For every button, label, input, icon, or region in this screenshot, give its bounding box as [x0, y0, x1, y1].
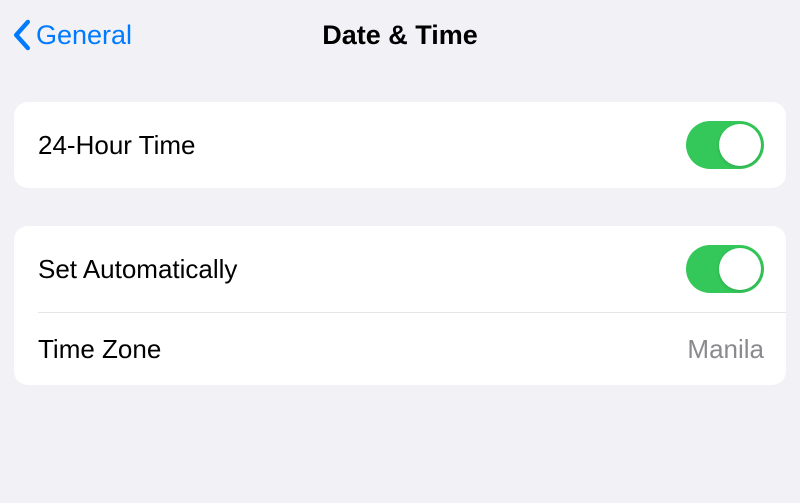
settings-content: 24-Hour Time Set Automatically Time Zone… [0, 102, 800, 385]
toggle-24-hour-time[interactable] [686, 121, 764, 169]
row-label: Time Zone [38, 334, 161, 365]
page-title: Date & Time [322, 20, 478, 51]
toggle-set-automatically[interactable] [686, 245, 764, 293]
row-value-timezone: Manila [687, 334, 764, 365]
chevron-left-icon [12, 19, 32, 51]
back-button[interactable]: General [12, 19, 132, 51]
nav-header: General Date & Time [0, 0, 800, 70]
back-label: General [36, 20, 132, 51]
toggle-knob [719, 124, 761, 166]
row-label: 24-Hour Time [38, 130, 196, 161]
settings-group-time-format: 24-Hour Time [14, 102, 786, 188]
toggle-knob [719, 248, 761, 290]
row-time-zone[interactable]: Time Zone Manila [14, 313, 786, 385]
settings-group-auto-timezone: Set Automatically Time Zone Manila [14, 226, 786, 385]
row-24-hour-time: 24-Hour Time [14, 102, 786, 188]
row-label: Set Automatically [38, 254, 237, 285]
row-set-automatically: Set Automatically [14, 226, 786, 312]
